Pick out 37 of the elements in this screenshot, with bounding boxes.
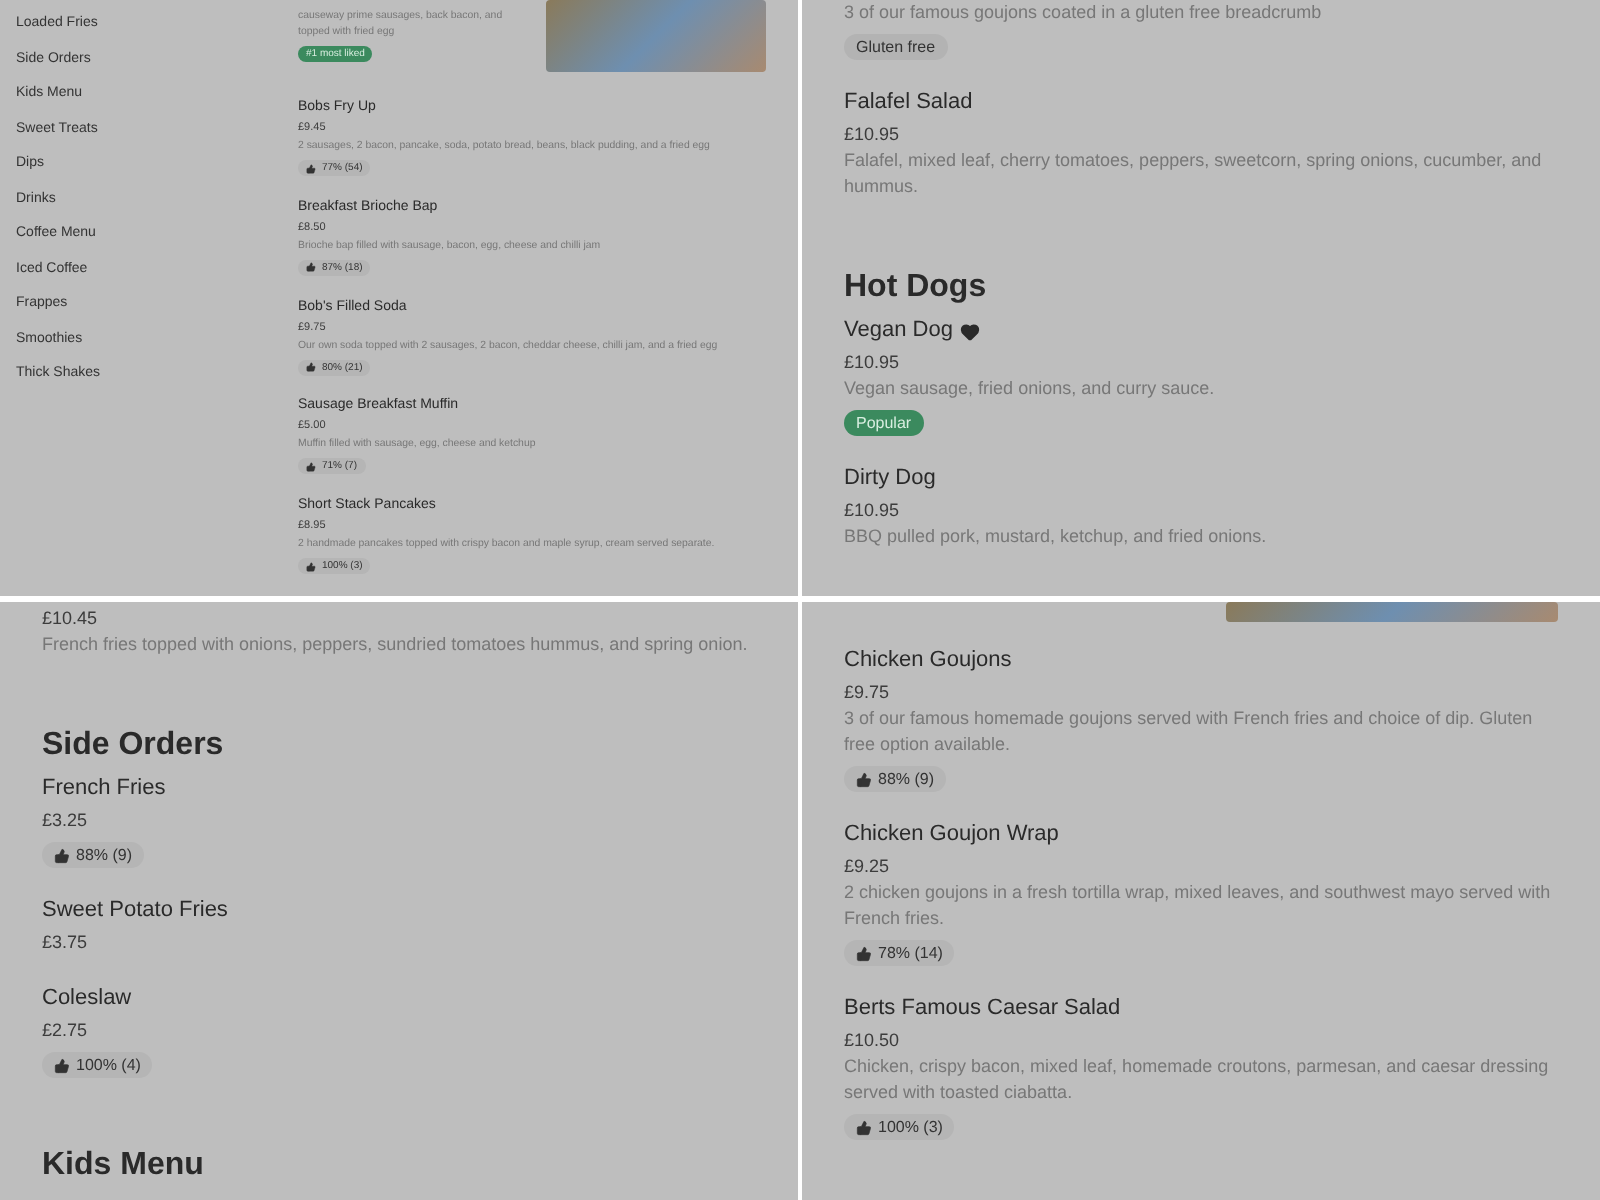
item-price: £10.45 bbox=[42, 606, 98, 632]
item-name[interactable]: Berts Famous Caesar Salad bbox=[844, 994, 1121, 1024]
item-price: £2.75 bbox=[42, 1018, 88, 1044]
rating-badge: 100% (4) bbox=[42, 1052, 153, 1078]
rating-badge: 78% (14) bbox=[844, 940, 955, 966]
item-price: £3.75 bbox=[42, 930, 88, 956]
item-name[interactable]: Chicken Goujons bbox=[844, 646, 1012, 676]
item-price: £10.95 bbox=[844, 350, 900, 376]
item-name[interactable]: Falafel Salad bbox=[844, 88, 973, 118]
item-name[interactable]: Coleslaw bbox=[42, 984, 132, 1014]
rating-badge: 88% (9) bbox=[42, 842, 145, 868]
item-name[interactable]: Dirty Dog bbox=[844, 464, 936, 494]
rating-badge: 100% (3) bbox=[844, 1114, 955, 1140]
item-description: 3 of our famous homemade goujons served with French fries and choice of dip. Gluten free option available. bbox=[844, 706, 1535, 758]
section-heading: Side Orders bbox=[42, 726, 226, 766]
item-price: £10.50 bbox=[844, 1028, 900, 1054]
item-description: Falafel, mixed leaf, cherry tomatoes, peppers, sweetcorn, spring onions, cucumber, and hummus. bbox=[844, 148, 1544, 200]
item-name[interactable]: Vegan Dog bbox=[844, 316, 981, 346]
item-description: BBQ pulled pork, mustard, ketchup, and fried onions. bbox=[844, 524, 1267, 550]
section-heading: Kids Menu bbox=[42, 1146, 206, 1186]
item-price: £9.25 bbox=[844, 854, 890, 880]
item-price: £10.95 bbox=[844, 498, 900, 524]
item-description: Vegan sausage, fried onions, and curry sauce. bbox=[844, 376, 1215, 402]
item-price: £9.75 bbox=[844, 680, 890, 706]
item-description: Chicken, crispy bacon, mixed leaf, homemade croutons, parmesan, and caesar dressing served with toasted ciabatta. bbox=[844, 1054, 1551, 1106]
item-description: 3 of our famous goujons coated in a gluten free breadcrumb bbox=[844, 0, 1322, 26]
item-price: £3.25 bbox=[42, 808, 88, 834]
item-description: French fries topped with onions, peppers, sundried tomatoes hummus, and spring onion. bbox=[42, 632, 748, 658]
rating-badge: 88% (9) bbox=[844, 766, 947, 792]
section-heading: Hot Dogs bbox=[844, 268, 989, 308]
item-name[interactable]: Sweet Potato Fries bbox=[42, 896, 228, 926]
item-name[interactable]: Chicken Goujon Wrap bbox=[844, 820, 1059, 850]
item-name[interactable]: French Fries bbox=[42, 774, 166, 804]
tag-badge: Popular bbox=[844, 410, 924, 436]
item-description: 2 chicken goujons in a fresh tortilla wrap, mixed leaves, and southwest mayo served with French fries. bbox=[844, 880, 1553, 932]
item-price: £10.95 bbox=[844, 122, 900, 148]
tag-badge: Gluten free bbox=[844, 34, 948, 60]
